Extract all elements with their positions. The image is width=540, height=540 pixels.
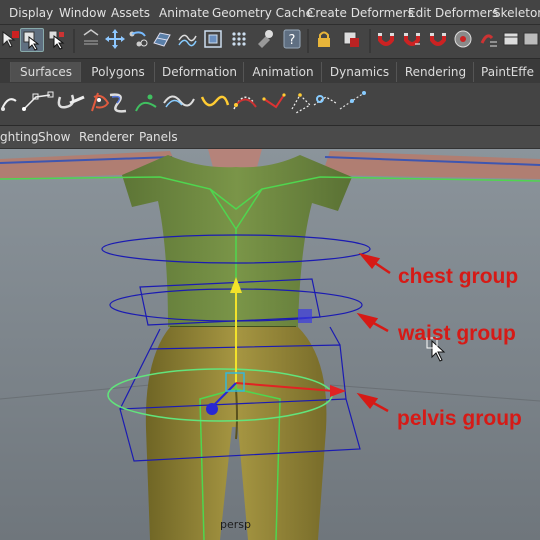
tab-deformation[interactable]: Deformation — [154, 62, 244, 82]
chest-group-label: chest group — [398, 265, 519, 288]
bezier-curve-icon[interactable] — [233, 96, 257, 110]
tab-rendering[interactable]: Rendering — [396, 62, 474, 82]
menu-assets[interactable]: Assets — [111, 6, 150, 20]
extend-curve-icon[interactable] — [339, 91, 366, 110]
panel-menubar: ghting Show Renderer Panels — [0, 126, 540, 149]
menu-window[interactable]: Window — [59, 6, 106, 20]
viewport-3d[interactable]: chest group waist group pelvis group per… — [0, 149, 540, 540]
waist-locator — [298, 309, 312, 323]
menu-geometry-cache[interactable]: Geometry Cache — [212, 6, 313, 20]
select-by-component-icon[interactable] — [46, 28, 68, 50]
lock-icon[interactable] — [313, 28, 335, 50]
menu-animate[interactable]: Animate — [159, 6, 209, 20]
ep-curve-icon[interactable] — [22, 91, 54, 111]
menu-edit-deformers[interactable]: Edit Deformers — [408, 6, 498, 20]
script-icon[interactable] — [478, 28, 500, 50]
shelf-tab-bar: Surfaces Polygons Deformation Animation … — [0, 58, 540, 84]
panel-menu-show[interactable]: Show — [38, 130, 70, 144]
fillet-curve-icon[interactable] — [291, 93, 311, 114]
help-icon[interactable]: ? — [281, 28, 303, 50]
waist-group-label: waist group — [398, 322, 516, 345]
select-tool-icon[interactable] — [340, 28, 362, 50]
tab-dynamics[interactable]: Dynamics — [321, 62, 397, 82]
camera-name-label: persp — [220, 518, 251, 531]
pants-crotch-seam — [235, 388, 238, 440]
cv-curve-icon[interactable] — [1, 98, 17, 111]
rebuild-curve-icon[interactable] — [262, 93, 286, 109]
curve-tool-icon[interactable] — [109, 93, 127, 113]
shelf — [0, 83, 540, 126]
magnet-icon[interactable] — [427, 28, 449, 50]
select-by-hierarchy-icon[interactable] — [0, 28, 22, 50]
svg-text:?: ? — [289, 33, 296, 48]
menu-display[interactable]: Display — [9, 6, 53, 20]
window-icon[interactable] — [500, 28, 522, 50]
make-live-icon[interactable] — [176, 28, 198, 50]
detach-curve-icon[interactable] — [200, 95, 230, 107]
history-icon[interactable] — [202, 28, 224, 50]
magnet-icon[interactable] — [401, 28, 423, 50]
select-by-object-icon[interactable] — [20, 28, 44, 52]
snap-to-curve-icon[interactable] — [104, 28, 126, 50]
snap-to-point-icon[interactable] — [127, 28, 149, 50]
render-icon[interactable] — [254, 28, 276, 50]
tab-polygons[interactable]: Polygons — [80, 62, 155, 82]
panel-menu-renderer[interactable]: Renderer — [79, 130, 134, 144]
magnet-icon[interactable] — [375, 28, 397, 50]
pencil-curve-icon[interactable] — [57, 94, 85, 109]
tab-animation[interactable]: Animation — [243, 62, 322, 82]
window-icon[interactable] — [521, 28, 540, 50]
menu-create-deformers[interactable]: Create Deformers — [307, 6, 414, 20]
panel-menu-lighting[interactable]: ghting — [0, 130, 38, 144]
snap-to-surface-icon[interactable] — [151, 28, 173, 50]
tab-surfaces[interactable]: Surfaces — [10, 62, 81, 82]
arc-icon[interactable] — [91, 92, 110, 112]
main-menubar: Display Window Assets Animate Geometry C… — [0, 0, 540, 25]
attach-curve-icon[interactable] — [163, 95, 195, 108]
panel-menu-panels[interactable]: Panels — [139, 130, 178, 144]
render-icon[interactable] — [452, 28, 474, 50]
menu-skeleton[interactable]: Skeleton — [493, 6, 540, 20]
pelvis-group-label: pelvis group — [397, 407, 522, 430]
offset-curve-icon[interactable] — [313, 95, 337, 106]
snap-to-grid-icon[interactable] — [80, 28, 102, 50]
tab-painteffects[interactable]: PaintEffe — [473, 62, 540, 82]
help-icon[interactable] — [228, 28, 250, 50]
circle-curve-icon[interactable] — [135, 94, 157, 112]
